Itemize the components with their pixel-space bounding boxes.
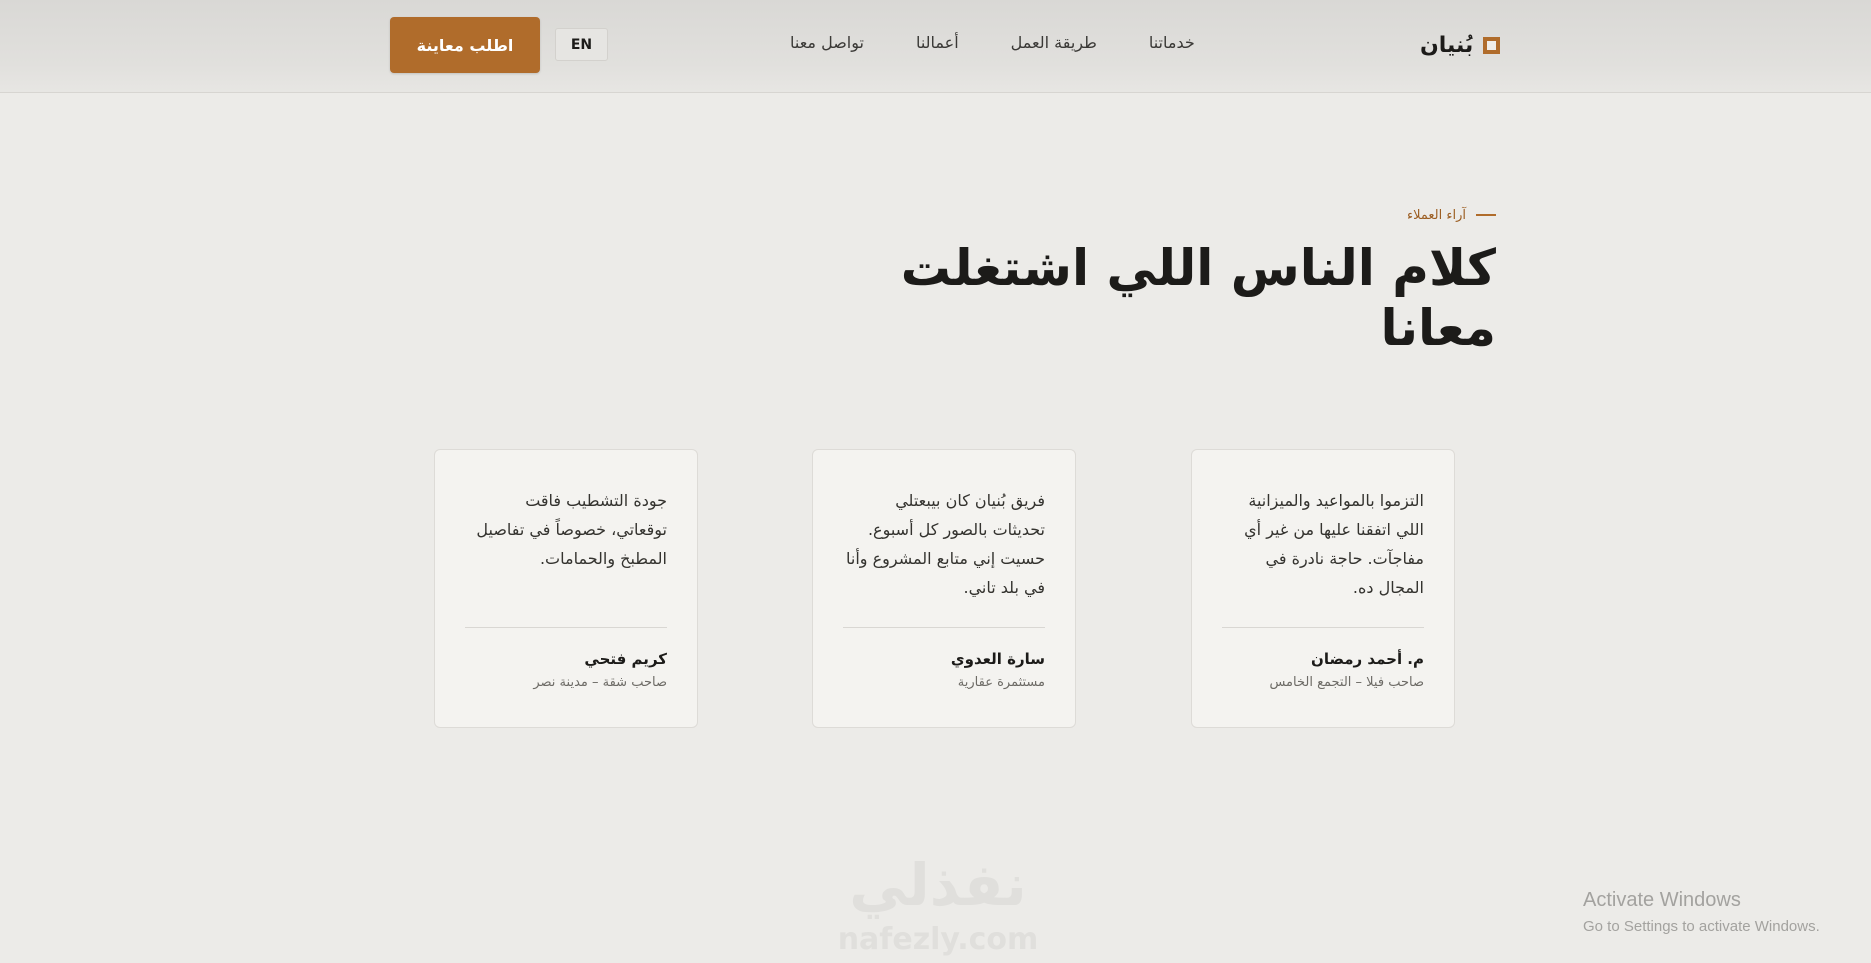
nafezly-watermark-latin: nafezly.com <box>837 922 1039 957</box>
language-toggle-button[interactable]: EN <box>555 28 608 61</box>
request-inspection-button[interactable]: اطلب معاينة <box>390 17 540 73</box>
brand-logo[interactable]: بُنيان <box>1420 29 1501 61</box>
testimonial-card: التزموا بالمواعيد والميزانية اللي اتفقنا… <box>1191 449 1455 728</box>
testimonial-author-role: مستثمرة عقارية <box>957 675 1045 690</box>
testimonial-quote: جودة التشطيب فاقت توقعاتي، خصوصاً في تفا… <box>476 491 667 568</box>
testimonial-card: جودة التشطيب فاقت توقعاتي، خصوصاً في تفا… <box>434 449 698 728</box>
testimonial-author-role: صاحب شقة – مدينة نصر <box>533 675 667 690</box>
brand-square-icon <box>1483 36 1501 54</box>
brand-name: بُنيان <box>1420 32 1474 58</box>
card-divider <box>1222 627 1424 628</box>
nav-link-process[interactable]: طريقة العمل <box>1011 33 1097 57</box>
testimonial-quote: التزموا بالمواعيد والميزانية اللي اتفقنا… <box>1244 491 1424 597</box>
eyebrow-label: آراء العملاء <box>1407 207 1466 223</box>
testimonial-author-name: م. أحمد رمضان <box>1311 650 1424 668</box>
section-eyebrow: آراء العملاء <box>1300 204 1496 226</box>
testimonial-author-role: صاحب فيلا – التجمع الخامس <box>1269 675 1424 690</box>
testimonial-quote: فريق بُنيان كان بيبعتلي تحديثات بالصور ك… <box>846 491 1045 597</box>
top-navbar: بُنيان خدماتنا طريقة العمل أعمالنا تواصل… <box>0 0 1871 93</box>
card-divider <box>843 627 1045 628</box>
nav-link-services[interactable]: خدماتنا <box>1149 33 1195 57</box>
section-title: كلام الناس اللي اشتغلت معانا <box>900 239 1496 357</box>
windows-activation-subtitle: Go to Settings to activate Windows. <box>1583 918 1820 935</box>
testimonial-author-name: كريم فتحي <box>584 650 667 668</box>
card-divider <box>465 627 667 628</box>
testimonial-card: فريق بُنيان كان بيبعتلي تحديثات بالصور ك… <box>812 449 1076 728</box>
nav-link-contact[interactable]: تواصل معنا <box>790 33 864 57</box>
windows-activation-title: Activate Windows <box>1583 889 1741 911</box>
testimonial-author-name: سارة العدوي <box>950 650 1045 668</box>
eyebrow-line <box>1476 214 1496 216</box>
nav-link-projects[interactable]: أعمالنا <box>916 33 959 57</box>
nafezly-watermark-arabic: نفذلي <box>849 851 1027 919</box>
main-nav: خدماتنا طريقة العمل أعمالنا تواصل معنا <box>790 33 1195 57</box>
